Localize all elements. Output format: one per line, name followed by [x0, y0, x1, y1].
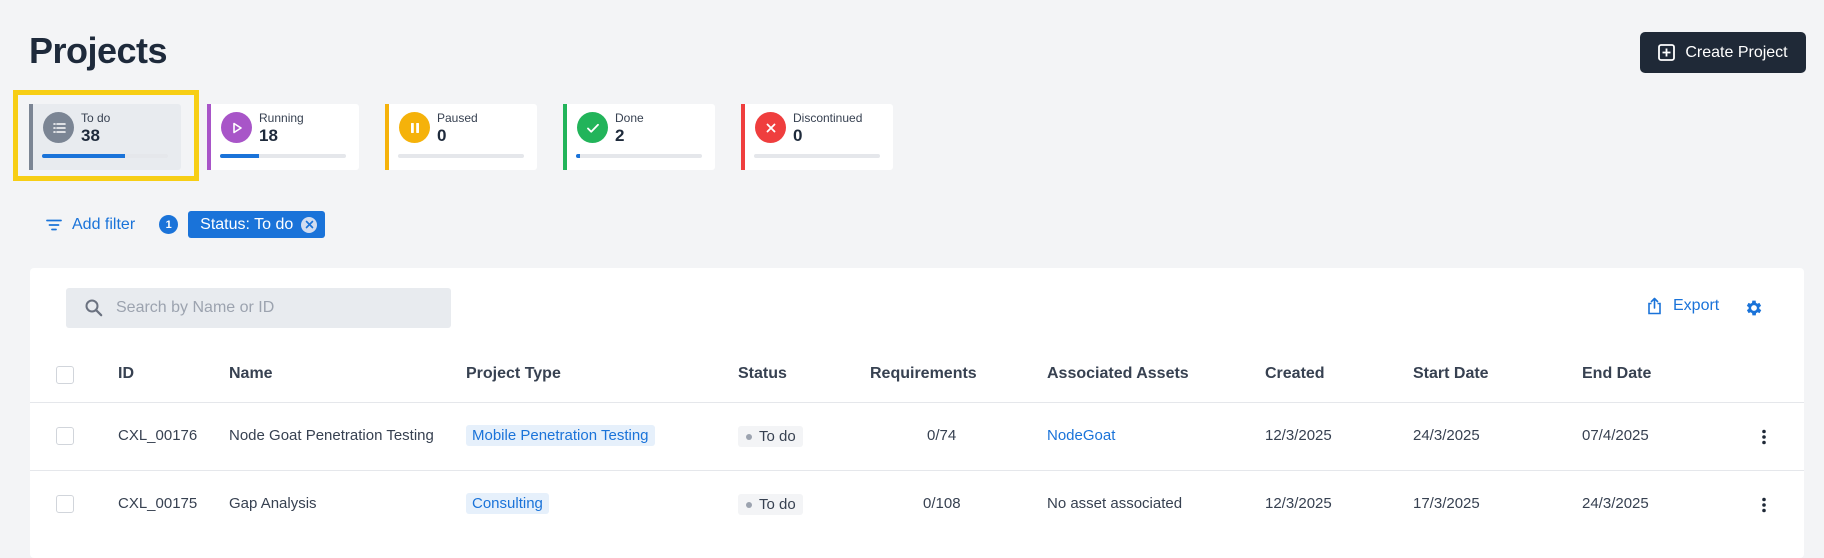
column-header-id[interactable]: ID [118, 365, 134, 383]
stat-label: Discontinued [793, 111, 863, 125]
create-project-label: Create Project [1685, 43, 1788, 61]
stat-label: Paused [437, 111, 478, 125]
status-label: To do [759, 496, 796, 513]
column-header-end-date[interactable]: End Date [1582, 365, 1651, 383]
cell-start-date: 24/3/2025 [1413, 427, 1480, 444]
stat-count: 18 [259, 126, 278, 145]
stat-count: 2 [615, 126, 625, 145]
select-all-checkbox[interactable] [56, 366, 74, 384]
cell-created: 12/3/2025 [1265, 495, 1332, 512]
cell-end-date: 24/3/2025 [1582, 495, 1649, 512]
page-title: Projects [29, 30, 168, 71]
project-type-tag: Consulting [466, 493, 549, 514]
cell-created: 12/3/2025 [1265, 427, 1332, 444]
add-square-icon [1658, 44, 1676, 61]
project-type-tag: Mobile Penetration Testing [466, 425, 655, 446]
cell-end-date: 07/4/2025 [1582, 427, 1649, 444]
cell-associated-assets: No asset associated [1047, 495, 1183, 512]
stat-count: 38 [81, 126, 100, 145]
stat-label: To do [81, 111, 111, 125]
status-dot-icon [746, 433, 752, 440]
column-header-requirements[interactable]: Requirements [870, 365, 977, 383]
search-box[interactable] [66, 288, 451, 328]
cell-requirements: 0/108 [923, 495, 961, 512]
row-checkbox[interactable] [56, 495, 74, 513]
column-header-associated-assets[interactable]: Associated Assets [1047, 365, 1189, 383]
row-divider [30, 470, 1804, 471]
stat-progress [398, 154, 524, 158]
row-menu-kebab-icon[interactable] [1755, 496, 1773, 514]
stat-label: Running [259, 111, 304, 125]
check-icon [577, 112, 608, 143]
stat-count: 0 [437, 126, 447, 145]
stat-progress [220, 154, 346, 158]
settings-gear-icon[interactable] [1744, 298, 1764, 318]
filter-chip-label: Status: To do [200, 215, 294, 233]
cell-name[interactable]: Node Goat Penetration Testing [229, 427, 434, 444]
column-header-name[interactable]: Name [229, 365, 273, 383]
row-checkbox[interactable] [56, 427, 74, 445]
export-icon [1648, 297, 1661, 315]
add-filter-label: Add filter [72, 215, 136, 233]
stat-progress-fill [42, 154, 126, 158]
cell-id: CXL_00176 [118, 427, 198, 444]
export-label: Export [1673, 297, 1720, 314]
status-badge: To do [738, 426, 803, 447]
filter-chip-status[interactable]: Status: To do [188, 211, 326, 238]
column-header-project-type[interactable]: Project Type [466, 365, 561, 383]
stat-progress [576, 154, 702, 158]
create-project-button[interactable]: Create Project [1640, 32, 1806, 73]
stat-card-accent [563, 104, 567, 170]
status-label: To do [759, 428, 796, 445]
stat-card-accent [385, 104, 389, 170]
stat-progress-fill [220, 154, 260, 158]
stat-card-accent [29, 104, 33, 170]
pause-icon [399, 112, 430, 143]
stat-card-accent [741, 104, 745, 170]
stat-card-accent [207, 104, 211, 170]
row-menu-kebab-icon[interactable] [1755, 428, 1773, 446]
stat-progress [42, 154, 168, 158]
stat-count: 0 [793, 126, 803, 145]
status-dot-icon [746, 501, 752, 508]
stat-card-discontinued[interactable]: Discontinued 0 [741, 104, 893, 170]
cell-name[interactable]: Gap Analysis [229, 495, 317, 512]
projects-table-panel: Export ID Name Project Type Status Requi… [30, 268, 1804, 558]
cell-start-date: 17/3/2025 [1413, 495, 1480, 512]
stat-card-done[interactable]: Done 2 [563, 104, 715, 170]
cell-requirements: 0/74 [927, 427, 957, 444]
cell-associated-asset-link[interactable]: NodeGoat [1047, 427, 1115, 444]
stat-card-todo[interactable]: To do 38 [29, 104, 181, 170]
play-icon [221, 112, 252, 143]
column-header-start-date[interactable]: Start Date [1413, 365, 1489, 383]
filter-icon [46, 219, 62, 230]
list-icon [43, 112, 74, 143]
export-button[interactable]: Export [1646, 297, 1719, 315]
add-filter-button[interactable]: Add filter [45, 216, 135, 234]
stat-progress-fill [576, 154, 580, 158]
stat-progress [754, 154, 880, 158]
close-icon [755, 112, 786, 143]
header-divider [30, 402, 1804, 403]
stat-card-paused[interactable]: Paused 0 [385, 104, 537, 170]
stat-label: Done [615, 111, 644, 125]
search-input[interactable] [114, 298, 438, 318]
search-icon [85, 299, 103, 317]
stat-card-running[interactable]: Running 18 [207, 104, 359, 170]
remove-filter-icon[interactable] [301, 216, 318, 233]
cell-id: CXL_00175 [118, 495, 198, 512]
filter-count-badge: 1 [159, 215, 179, 234]
filter-bar: Add filter 1 Status: To do [45, 211, 326, 238]
column-header-status[interactable]: Status [738, 365, 787, 383]
column-header-created[interactable]: Created [1265, 365, 1325, 383]
status-badge: To do [738, 494, 803, 515]
